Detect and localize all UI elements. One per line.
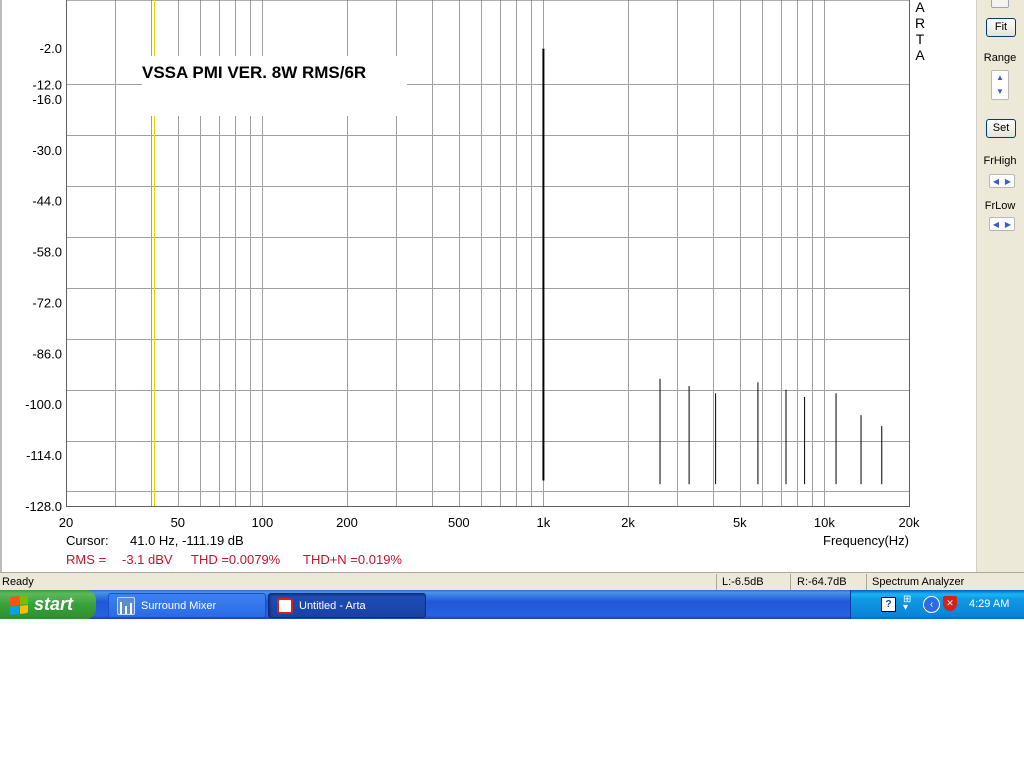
frhigh-label: FrHigh — [983, 155, 1017, 167]
scroll-up-button[interactable] — [991, 0, 1009, 8]
arta-watermark-letter: T — [916, 31, 925, 47]
x-tick-label: 1k — [537, 515, 551, 530]
windows-logo-icon — [10, 594, 28, 615]
range-up-arrow-icon[interactable]: ▲ — [992, 71, 1008, 85]
taskbar: start Surround Mixer Untitled - Arta EN … — [0, 590, 1024, 619]
control-panel: Fit Range ▲ ▼ Set FrHigh ◀ ▶ FrLow ◀ ▶ — [976, 0, 1024, 572]
y-tick-label: -100.0 — [25, 397, 62, 412]
right-level: R:-64.7dB — [797, 576, 847, 588]
cursor-value: 41.0 Hz, -111.19 dB — [130, 533, 244, 548]
frlow-label: FrLow — [984, 200, 1016, 212]
range-spinner[interactable]: ▲ ▼ — [991, 70, 1009, 100]
y-tick-label: -2.0 — [40, 41, 62, 56]
frhigh-spinner[interactable]: ◀ ▶ — [989, 174, 1015, 188]
frlow-left-arrow-icon[interactable]: ◀ — [993, 220, 999, 229]
y-tick-label: -16.0 — [32, 92, 62, 107]
task-label: Untitled - Arta — [299, 599, 366, 612]
frhigh-right-arrow-icon[interactable]: ▶ — [1005, 177, 1011, 186]
arta-watermark-letter: A — [915, 47, 925, 63]
range-label: Range — [983, 52, 1017, 64]
status-divider — [716, 574, 717, 590]
x-tick-label: 5k — [733, 515, 747, 530]
task-untitled-arta[interactable]: Untitled - Arta — [268, 593, 426, 618]
x-axis-label: Frequency(Hz) — [823, 533, 909, 548]
x-tick-label: 10k — [814, 515, 835, 530]
y-tick-label: -58.0 — [32, 245, 62, 260]
start-label: start — [34, 594, 74, 614]
rms-label: RMS = — [66, 552, 106, 567]
status-bar: Ready L:-6.5dB R:-64.7dB Spectrum Analyz… — [0, 572, 1024, 591]
thdn-value: THD+N =0.019% — [303, 552, 402, 567]
y-tick-label: -114.0 — [26, 448, 62, 463]
set-button[interactable]: Set — [986, 119, 1016, 138]
cursor-label: Cursor: — [66, 533, 109, 548]
task-surround-mixer[interactable]: Surround Mixer — [108, 593, 266, 618]
frlow-right-arrow-icon[interactable]: ▶ — [1005, 220, 1011, 229]
clock[interactable]: 4:29 AM — [969, 598, 1009, 610]
status-divider — [866, 574, 867, 590]
mixer-icon — [117, 596, 135, 615]
y-tick-label: -30.0 — [32, 143, 62, 158]
network-icon[interactable]: ⊞ ▾ — [903, 595, 911, 613]
mode-text: Spectrum Analyzer — [872, 576, 965, 588]
start-button[interactable]: start — [0, 590, 96, 619]
task-label: Surround Mixer — [141, 599, 217, 612]
arta-watermark-letter: A — [915, 0, 925, 15]
help-icon[interactable]: ? — [881, 597, 896, 612]
status-divider — [790, 574, 791, 590]
y-tick-label: -12.0 — [32, 77, 62, 92]
arta-icon — [277, 597, 293, 614]
arta-window: -12.0 -2.0 -16.0 -30.0 -44.0 -58.0 -72.0 -86.0 -… — [0, 0, 1024, 572]
range-down-arrow-icon[interactable]: ▼ — [992, 85, 1008, 99]
arta-watermark-letter: R — [915, 15, 925, 31]
y-tick-label: -72.0 — [32, 295, 62, 310]
security-shield-icon[interactable]: ✕ — [943, 596, 957, 611]
status-text: Ready — [2, 576, 34, 588]
x-tick-label: 50 — [171, 515, 185, 530]
thd-value: THD =0.0079% — [191, 552, 281, 567]
x-tick-label: 200 — [336, 515, 358, 530]
y-tick-label: -86.0 — [32, 346, 62, 361]
spectrum-plot[interactable]: -12.0 -2.0 -16.0 -30.0 -44.0 -58.0 -72.0 -86.0 -… — [0, 0, 976, 572]
x-tick-label: 500 — [448, 515, 470, 530]
x-tick-label: 2k — [621, 515, 635, 530]
frhigh-left-arrow-icon[interactable]: ◀ — [993, 177, 999, 186]
chevron-left-icon[interactable]: ‹ — [923, 596, 940, 613]
y-tick-label: -44.0 — [32, 194, 62, 209]
left-level: L:-6.5dB — [722, 576, 764, 588]
rms-value: -3.1 dBV — [122, 552, 173, 567]
system-tray: ? ⊞ ▾ ‹ ✕ 4:29 AM — [850, 590, 1024, 619]
fit-button[interactable]: Fit — [986, 18, 1016, 37]
x-tick-label: 20 — [59, 515, 73, 530]
x-tick-label: 100 — [252, 515, 274, 530]
chart-title: VSSA PMI VER. 8W RMS/6R — [142, 63, 366, 82]
y-tick-label: -128.0 — [25, 499, 62, 514]
frlow-spinner[interactable]: ◀ ▶ — [989, 217, 1015, 231]
x-tick-label: 20k — [899, 515, 920, 530]
